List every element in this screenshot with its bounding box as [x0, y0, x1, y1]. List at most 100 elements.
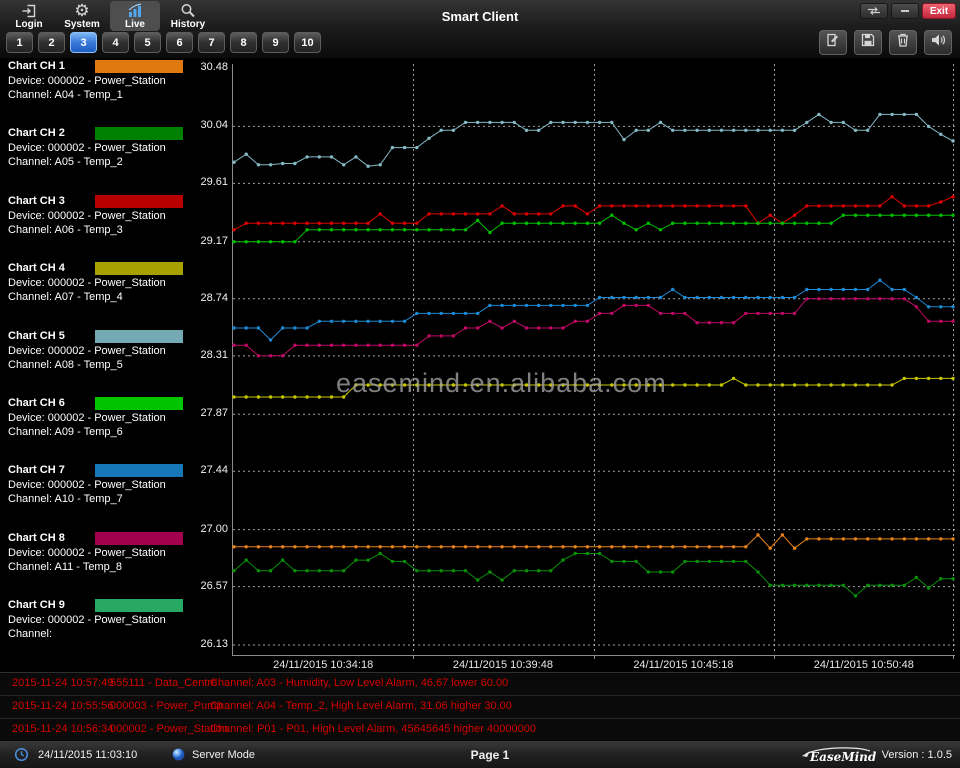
channel-device: Device: 000002 - Power_Station: [8, 74, 166, 88]
clock-icon: [14, 747, 29, 765]
channel-channel: Channel:: [8, 627, 52, 641]
toolbar-label: Live: [125, 19, 145, 30]
status-bar: 24/11/2015 11:03:10 Server Mode Page 1 E…: [0, 740, 960, 768]
series-line-CH8-A11---Temp_8: [234, 299, 953, 356]
axes: [232, 64, 955, 659]
y-tick-label: 28.74: [150, 291, 228, 306]
alarm-time: 2015-11-24 10:55:56: [12, 700, 113, 712]
page-tab-6[interactable]: 6: [166, 32, 193, 53]
sound-button[interactable]: [924, 30, 952, 55]
channel-title: Chart CH 3: [8, 195, 65, 208]
alarm-device: 555111 - Data_Centre: [110, 677, 217, 689]
series-lines: [232, 113, 954, 598]
window-controls: Exit: [857, 3, 956, 19]
smart-client-window: { "window": { "title": "Smart Client", "…: [0, 0, 960, 768]
alarm-time: 2015-11-24 10:56:34: [12, 723, 113, 735]
channel-device: Device: 000002 - Power_Station: [8, 411, 166, 425]
svg-text:24/11/2015 10:34:18: 24/11/2015 10:34:18: [273, 659, 373, 671]
page-tab-1[interactable]: 1: [6, 32, 33, 53]
y-tick-label: 29.61: [150, 175, 228, 190]
channel-channel: Channel: A05 - Temp_2: [8, 155, 123, 169]
page-tab-8[interactable]: 8: [230, 32, 257, 53]
y-tick-label: 26.57: [150, 579, 228, 594]
gridlines: [233, 64, 955, 654]
toolbar-button-history[interactable]: History: [163, 1, 213, 31]
alarm-device: 000003 - Power_Pump: [110, 700, 223, 712]
gear-icon: ⚙: [74, 3, 89, 19]
channel-title: Chart CH 5: [8, 330, 65, 343]
alarm-row[interactable]: 2015-11-24 10:56:34000002 - Power_Statio…: [0, 719, 960, 742]
live-chart-icon: [127, 3, 143, 19]
delete-button[interactable]: [889, 30, 917, 55]
channel-device: Device: 000002 - Power_Station: [8, 478, 166, 492]
server-sphere-icon: [172, 748, 185, 764]
svg-text:24/11/2015 10:45:18: 24/11/2015 10:45:18: [633, 659, 733, 671]
channel-title: Chart CH 9: [8, 599, 65, 612]
y-tick-label: 30.04: [150, 118, 228, 133]
channel-color-swatch: [95, 262, 183, 275]
save-icon: [860, 32, 876, 53]
svg-text:24/11/2015 10:39:48: 24/11/2015 10:39:48: [453, 659, 553, 671]
live-trend-chart: 24/11/2015 10:34:18 24/11/2015 10:39:48 24…: [232, 62, 956, 672]
series-line-CH3-A06---Temp_3: [234, 197, 953, 230]
toolbar-label: System: [64, 19, 100, 30]
page-tabs: 12345678910: [6, 32, 326, 53]
channel-color-swatch: [95, 330, 183, 343]
exit-button[interactable]: Exit: [922, 3, 956, 19]
channel-device: Device: 000002 - Power_Station: [8, 546, 166, 560]
svg-text:24/11/2015 10:50:48: 24/11/2015 10:50:48: [814, 659, 914, 671]
page-tab-2[interactable]: 2: [38, 32, 65, 53]
save-button[interactable]: [854, 30, 882, 55]
channel-block-3[interactable]: Chart CH 3Device: 000002 - Power_Station…: [0, 195, 200, 259]
y-tick-label: 26.13: [150, 637, 228, 652]
y-tick-label: 27.44: [150, 463, 228, 478]
easemind-logo: EaseMind: [798, 745, 876, 764]
series-line-CH6-A09---Temp_6: [234, 215, 953, 242]
channel-color-swatch: [95, 195, 183, 208]
server-mode-label: Server Mode: [192, 749, 255, 761]
edit-icon: [825, 32, 841, 53]
channel-title: Chart CH 2: [8, 127, 65, 140]
page-tab-10[interactable]: 10: [294, 32, 321, 53]
y-tick-label: 27.00: [150, 522, 228, 537]
page-tab-7[interactable]: 7: [198, 32, 225, 53]
page-tab-5[interactable]: 5: [134, 32, 161, 53]
login-icon: [21, 3, 37, 19]
toolbar-button-system[interactable]: ⚙System: [57, 1, 107, 31]
channel-channel: Channel: A07 - Temp_4: [8, 290, 123, 304]
alarm-row[interactable]: 2015-11-24 10:57:49555111 - Data_CentreC…: [0, 673, 960, 696]
channel-channel: Channel: A09 - Temp_6: [8, 425, 123, 439]
brand-text: EaseMind: [809, 750, 876, 764]
channel-device: Device: 000002 - Power_Station: [8, 613, 166, 627]
version-label: Version : 1.0.5: [882, 749, 952, 761]
history-search-icon: [180, 3, 196, 19]
trash-icon: [895, 32, 911, 53]
toolbar-label: Login: [15, 19, 42, 30]
alarm-time: 2015-11-24 10:57:49: [12, 677, 113, 689]
switch-display-button[interactable]: [860, 3, 888, 19]
alarm-message: Channel: A04 - Temp_2, High Level Alarm,…: [210, 700, 512, 712]
status-datetime: 24/11/2015 11:03:10: [38, 749, 137, 761]
channel-block-9[interactable]: Chart CH 9Device: 000002 - Power_Station…: [0, 599, 200, 663]
channel-device: Device: 000002 - Power_Station: [8, 141, 166, 155]
channel-color-swatch: [95, 599, 183, 612]
y-tick-label: 27.87: [150, 406, 228, 421]
channel-title: Chart CH 8: [8, 532, 65, 545]
speaker-icon: [930, 32, 946, 53]
channel-title: Chart CH 1: [8, 60, 65, 73]
edit-button[interactable]: [819, 30, 847, 55]
alarm-row[interactable]: 2015-11-24 10:55:56000003 - Power_PumpCh…: [0, 696, 960, 719]
channel-title: Chart CH 7: [8, 464, 65, 477]
toolbar-button-login[interactable]: Login: [4, 1, 54, 31]
channel-channel: Channel: A11 - Temp_8: [8, 560, 122, 574]
minimize-button[interactable]: [891, 3, 919, 19]
toolbar-button-live[interactable]: Live: [110, 1, 160, 31]
page-tab-9[interactable]: 9: [262, 32, 289, 53]
series-line-CH2-A05---Temp_2: [234, 554, 953, 596]
main-area: Chart CH 1Device: 000002 - Power_Station…: [0, 58, 960, 672]
series-line-CH4-A07---Temp_4: [234, 378, 953, 397]
page-indicator: Page 1: [430, 748, 550, 762]
page-tab-3[interactable]: 3: [70, 32, 97, 53]
page-tab-4[interactable]: 4: [102, 32, 129, 53]
minimize-icon: [900, 2, 910, 20]
